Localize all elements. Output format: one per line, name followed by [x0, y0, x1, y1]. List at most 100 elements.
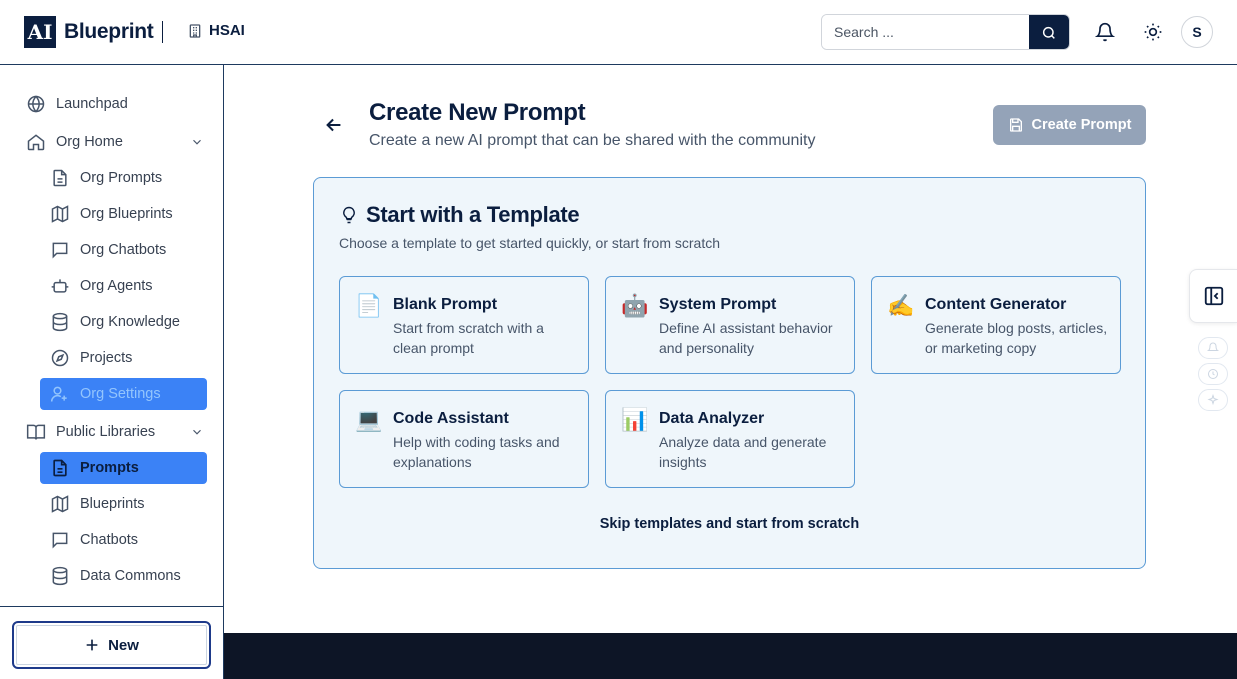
sidebar-item-prompts[interactable]: Prompts: [50, 452, 139, 484]
sidebar-item-org-knowledge[interactable]: Org Knowledge: [50, 306, 180, 338]
user-avatar[interactable]: S: [1181, 16, 1213, 48]
page-title: Create New Prompt: [369, 99, 586, 126]
panel-collapse-icon: [1204, 286, 1223, 306]
user-settings-icon: [50, 386, 67, 402]
document-emoji-icon: 📄: [355, 294, 383, 319]
rail-ai-button[interactable]: [1198, 389, 1228, 411]
sidebar-item-org-chatbots[interactable]: Org Chatbots: [50, 234, 166, 266]
notifications-button[interactable]: [1093, 20, 1117, 44]
template-card-title: Data Analyzer: [659, 410, 765, 427]
sidebar-item-label: Org Settings: [80, 386, 161, 402]
search-icon: [1042, 26, 1055, 39]
document-icon: [53, 169, 67, 187]
template-card-desc: Analyze data and generate insights: [659, 434, 827, 470]
bell-icon: [1207, 342, 1219, 351]
sidebar-item-chatbots[interactable]: Chatbots: [50, 524, 138, 556]
sidebar-item-label: Prompts: [80, 460, 139, 476]
template-heading: Start with a Template: [340, 202, 580, 228]
chat-icon: [52, 532, 68, 549]
clock-icon: [1208, 369, 1218, 379]
template-card-desc: Start from scratch with a clean prompt: [393, 320, 544, 356]
skip-templates-link[interactable]: Skip templates and start from scratch: [314, 516, 1145, 532]
sidebar-item-blueprints[interactable]: Blueprints: [50, 488, 144, 520]
sidebar-item-label: Blueprints: [80, 496, 145, 512]
sidebar-item-label: Projects: [80, 350, 133, 366]
sidebar-item-label: Org Blueprints: [80, 206, 173, 222]
theme-toggle-button[interactable]: [1141, 20, 1165, 44]
sidebar-item-public-libraries[interactable]: Public Libraries: [26, 416, 210, 448]
document-icon: [53, 459, 67, 477]
writing-hand-emoji-icon: ✍️: [887, 294, 915, 319]
template-card-desc: Help with coding tasks and explanations: [393, 434, 560, 470]
header-divider: [162, 21, 163, 43]
create-prompt-label: Create Prompt: [1031, 117, 1132, 133]
new-button-label: New: [108, 636, 139, 654]
save-icon: [1009, 118, 1022, 132]
sidebar-item-org-prompts[interactable]: Org Prompts: [50, 162, 162, 194]
lightbulb-icon: [343, 206, 355, 224]
plus-icon: [86, 639, 98, 651]
book-icon: [26, 424, 46, 440]
template-description: Choose a template to get started quickly…: [339, 235, 721, 251]
template-card-blank-prompt[interactable]: 📄 Blank Prompt Start from scratch with a…: [339, 276, 589, 374]
sidebar-item-label: Org Chatbots: [80, 242, 167, 258]
template-card-system-prompt[interactable]: 🤖 System Prompt Define AI assistant beha…: [605, 276, 855, 374]
rail-history-button[interactable]: [1198, 363, 1228, 385]
sidebar-item-org-settings[interactable]: Org Settings: [50, 378, 161, 410]
logo-mark: AI: [24, 16, 56, 48]
logo[interactable]: AI Blueprint: [24, 16, 154, 48]
rail-notifications-button[interactable]: [1198, 337, 1228, 359]
panel-toggle-button[interactable]: [1189, 269, 1237, 323]
org-switcher[interactable]: HSAI: [187, 22, 245, 39]
page-subtitle: Create a new AI prompt that can be share…: [369, 132, 816, 149]
top-header: AI Blueprint HSAI S: [0, 0, 1237, 65]
template-card-desc: Define AI assistant behavior and persona…: [659, 320, 833, 356]
search-button[interactable]: [1029, 15, 1069, 49]
template-card-data-analyzer[interactable]: 📊 Data Analyzer Analyze data and generat…: [605, 390, 855, 488]
chevron-down-icon[interactable]: [190, 135, 204, 149]
search-box: [821, 14, 1070, 50]
search-input[interactable]: [822, 15, 1029, 49]
sparkle-icon: [1207, 394, 1219, 406]
sidebar-item-label: Org Knowledge: [80, 314, 180, 330]
new-button[interactable]: New: [12, 621, 211, 669]
template-heading-text: Start with a Template: [366, 202, 580, 227]
sidebar-item-label: Launchpad: [56, 96, 128, 112]
sidebar-item-label: Org Prompts: [80, 170, 163, 186]
globe-icon: [27, 95, 45, 113]
template-card-title: Code Assistant: [393, 410, 509, 427]
template-card-title: Blank Prompt: [393, 296, 498, 313]
template-panel: Start with a Template Choose a template …: [313, 177, 1146, 569]
database-icon: [52, 566, 68, 586]
arrow-left-icon: [326, 118, 341, 132]
database-icon: [52, 312, 68, 332]
template-card-content-generator[interactable]: ✍️ Content Generator Generate blog posts…: [871, 276, 1121, 374]
map-icon: [51, 495, 69, 513]
template-card-desc: Generate blog posts, articles, or market…: [925, 320, 1108, 356]
logo-text: Blueprint: [64, 20, 154, 43]
template-card-title: Content Generator: [925, 296, 1067, 313]
sidebar-footer: New: [0, 606, 223, 679]
sun-icon: [1144, 23, 1162, 41]
chevron-down-icon[interactable]: [190, 425, 204, 439]
chat-icon: [52, 242, 68, 259]
template-card-code-assistant[interactable]: 💻 Code Assistant Help with coding tasks …: [339, 390, 589, 488]
create-prompt-button[interactable]: Create Prompt: [993, 105, 1146, 145]
laptop-emoji-icon: 💻: [355, 408, 383, 433]
map-icon: [51, 205, 69, 223]
footer-bar: [224, 633, 1237, 679]
sidebar-item-label: Data Commons: [80, 568, 181, 584]
building-icon: [189, 23, 201, 38]
sidebar-item-launchpad[interactable]: Launchpad: [26, 88, 128, 120]
compass-icon: [51, 349, 69, 367]
sidebar-item-org-home[interactable]: Org Home: [26, 126, 210, 158]
template-card-title: System Prompt: [659, 296, 777, 313]
sidebar-item-org-blueprints[interactable]: Org Blueprints: [50, 198, 173, 230]
sidebar-item-org-agents[interactable]: Org Agents: [50, 270, 153, 302]
back-button[interactable]: [323, 114, 345, 136]
sidebar-item-data-commons[interactable]: Data Commons: [50, 560, 181, 592]
sidebar-item-projects[interactable]: Projects: [50, 342, 132, 374]
sidebar: Launchpad Org Home Org Prompts Org Bluep…: [0, 65, 224, 679]
sidebar-item-label: Public Libraries: [56, 424, 156, 440]
home-icon: [27, 134, 45, 151]
